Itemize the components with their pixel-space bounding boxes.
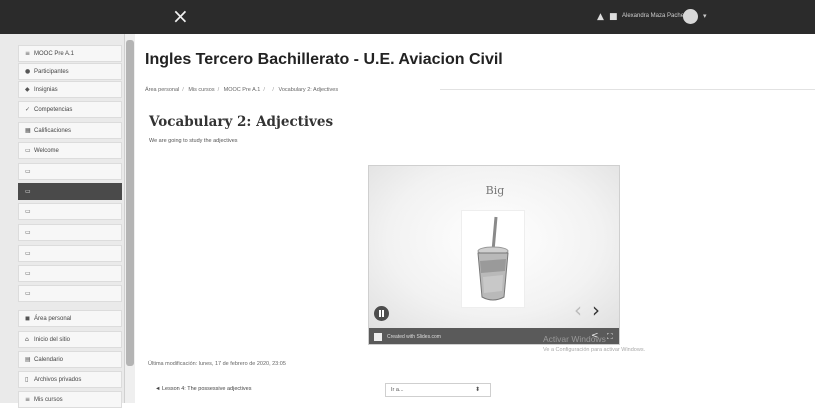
- top-navbar: × ▲ ■ Alexandra Maza Pacheco ▾: [0, 0, 815, 34]
- select-arrows-icon: ⬍: [474, 386, 480, 393]
- folder-icon: ▭: [25, 290, 31, 297]
- folder-icon: ▭: [25, 168, 31, 175]
- activation-watermark-subtitle: Ve a Configuración para activar Windows.: [543, 347, 646, 353]
- graduation-cap-icon: ≡: [25, 50, 31, 57]
- header-divider: [440, 89, 815, 90]
- sidebar-item-label: Competencias: [34, 107, 73, 113]
- last-modified: Última modificación: lunes, 17 de febrer…: [148, 361, 286, 367]
- fullscreen-icon[interactable]: ⛶: [607, 332, 613, 342]
- slides-logo-icon: [374, 333, 382, 341]
- grid-icon: ▦: [25, 127, 31, 134]
- avatar[interactable]: [683, 9, 698, 24]
- sidebar-item-label: Insignias: [34, 87, 58, 93]
- sidebar-item[interactable]: ≡ Mis cursos: [18, 391, 122, 408]
- badge-icon: ◆: [25, 86, 30, 93]
- breadcrumb-item[interactable]: MOOC Pre A.1: [224, 87, 261, 93]
- notifications-icon[interactable]: ▲: [597, 12, 604, 22]
- breadcrumb-item[interactable]: Vocabulary 2: Adjectives: [278, 87, 338, 93]
- slide-title: Big: [485, 184, 505, 197]
- sidebar-item[interactable]: ▭: [18, 285, 122, 302]
- sidebar-item-label: MOOC Pre A.1: [34, 51, 75, 57]
- home-icon: ⌂: [25, 336, 29, 343]
- page-title: Vocabulary 2: Adjectives: [149, 114, 334, 130]
- sidebar-item-label: Inicio del sitio: [34, 337, 71, 343]
- sidebar-item[interactable]: ≡ MOOC Pre A.1: [18, 45, 122, 62]
- file-icon: ▯: [25, 376, 29, 383]
- chevron-down-icon[interactable]: ▾: [703, 12, 707, 20]
- sidebar-item[interactable]: ◆ Insignias: [18, 81, 122, 98]
- sidebar-item[interactable]: ◼ Área personal: [18, 310, 122, 327]
- drawer-scrollbar-thumb[interactable]: [126, 40, 134, 366]
- next-slide-icon[interactable]: ›: [592, 298, 600, 322]
- sidebar-item[interactable]: ▭: [18, 163, 122, 180]
- breadcrumb-item[interactable]: Mis cursos: [188, 87, 214, 93]
- previous-slide-icon[interactable]: ‹: [574, 298, 582, 322]
- user-name[interactable]: Alexandra Maza Pacheco: [622, 13, 690, 19]
- sidebar-item[interactable]: ▯ Archivos privados: [18, 371, 122, 388]
- close-drawer-icon[interactable]: ×: [172, 6, 189, 26]
- sidebar-item-label: Participantes: [34, 69, 69, 75]
- graduation-cap-icon: ≡: [25, 396, 31, 403]
- sidebar-item-label: Calificaciones: [34, 128, 72, 134]
- breadcrumb-item[interactable]: Área personal: [145, 87, 179, 93]
- sidebar-item[interactable]: ▦ Calificaciones: [18, 122, 122, 139]
- users-icon: ●: [25, 68, 31, 75]
- sidebar-item[interactable]: ▭: [18, 245, 122, 262]
- sidebar-item[interactable]: ▭ Welcome: [18, 142, 122, 159]
- slide: Big ‹ ›: [369, 166, 619, 328]
- folder-icon: ▭: [25, 147, 31, 154]
- dashboard-icon: ◼: [25, 315, 30, 322]
- cup-image: [461, 210, 525, 308]
- breadcrumb: Área personal / Mis cursos / MOOC Pre A.1/…: [145, 87, 339, 93]
- intro-text: We are going to study the adjectives: [149, 138, 238, 144]
- sidebar-item[interactable]: ▭: [18, 224, 122, 241]
- sidebar-item-label: Welcome: [34, 148, 59, 154]
- sidebar-item[interactable]: ⌂ Inicio del sitio: [18, 331, 122, 348]
- jump-to-value: Ir a...: [391, 387, 404, 393]
- main-region: Ingles Tercero Bachillerato - U.E. Aviac…: [135, 34, 815, 403]
- calendar-icon: ▤: [25, 356, 31, 363]
- folder-icon: ▭: [25, 270, 31, 277]
- sidebar-item[interactable]: ✓ Competencias: [18, 101, 122, 118]
- sidebar-item[interactable]: ▭: [18, 203, 122, 220]
- folder-icon: ▭: [25, 229, 31, 236]
- folder-icon: ▭: [25, 250, 31, 257]
- sidebar-item[interactable]: ▭: [18, 183, 122, 200]
- sidebar-item-label: Área personal: [34, 316, 72, 322]
- made-with-label[interactable]: Created with Slides.com: [387, 334, 441, 340]
- check-icon: ✓: [25, 106, 31, 113]
- messages-icon[interactable]: ■: [609, 12, 618, 22]
- sidebar-item[interactable]: ▭: [18, 265, 122, 282]
- sidebar-item[interactable]: ● Participantes: [18, 63, 122, 80]
- sidebar-item-label: Mis cursos: [34, 397, 63, 403]
- previous-activity-link[interactable]: ◄ Lesson 4: The possessive adjectives: [155, 386, 251, 392]
- folder-icon: ▭: [25, 188, 31, 195]
- folder-icon: ▭: [25, 208, 31, 215]
- slideshow-embed[interactable]: Big ‹ › Created with Slides.com < ⛶: [368, 165, 620, 345]
- pause-button[interactable]: [374, 306, 389, 321]
- sidebar-item-label: Calendario: [34, 357, 64, 363]
- jump-to-select[interactable]: Ir a... ⬍: [385, 383, 491, 397]
- activation-watermark-title: Activar Windows: [543, 334, 606, 344]
- sidebar-item[interactable]: ▤ Calendario: [18, 351, 122, 368]
- sidebar-item-label: Archivos privados: [34, 377, 82, 383]
- course-title: Ingles Tercero Bachillerato - U.E. Aviac…: [145, 51, 503, 68]
